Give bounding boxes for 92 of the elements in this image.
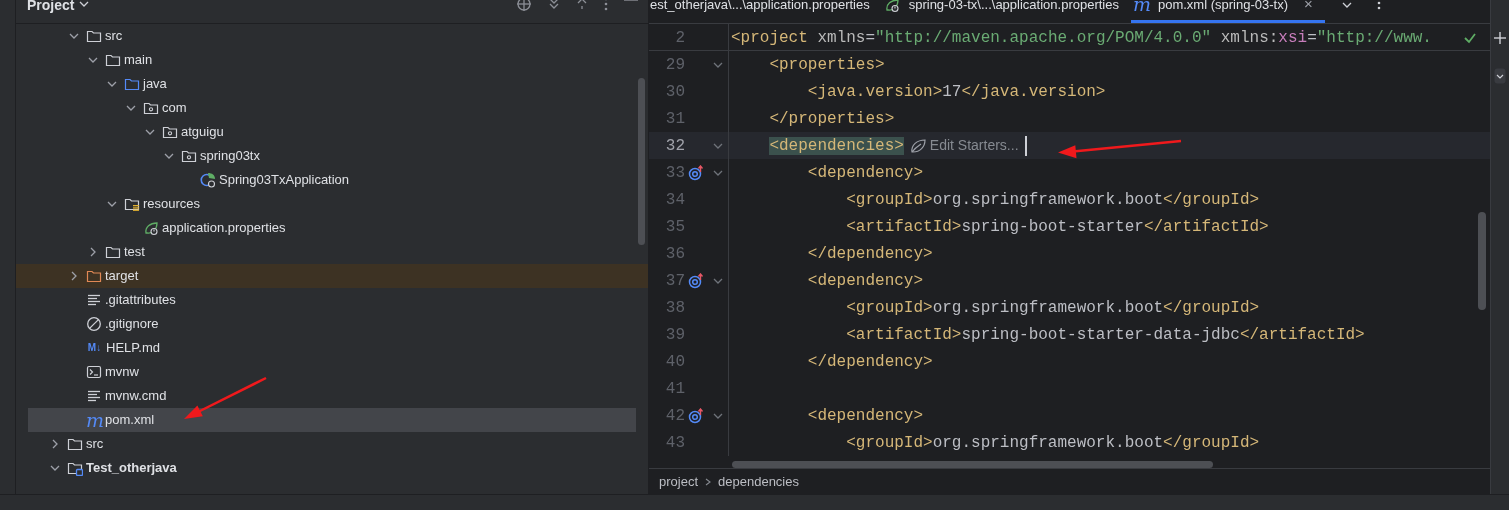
tree-item[interactable]: java	[16, 72, 648, 96]
breadcrumb-item[interactable]: dependencies	[718, 471, 799, 492]
tree-item[interactable]: M↓ HELP.md	[16, 336, 648, 360]
code-line: <groupId>org.springframework.boot</groupId>	[845, 189, 1260, 211]
line-number: 29	[664, 54, 685, 76]
code-line: <artifactId>spring-boot-starter</artifactId>	[845, 216, 1269, 238]
tree-item[interactable]: mvnw.cmd	[16, 384, 648, 408]
chevron-down-icon[interactable]	[1494, 68, 1506, 84]
package-folder-icon	[143, 100, 159, 116]
module-folder-icon	[67, 460, 83, 476]
tree-item[interactable]: Test_otherjava	[16, 456, 648, 480]
line-number: 32	[664, 135, 685, 157]
code-line: <project xmlns="http://maven.apache.org/POM/4.0.0" xmlns:xsi="http://www.	[730, 27, 1432, 49]
collapse-all-icon[interactable]	[576, 0, 588, 9]
line-number: 42	[664, 405, 685, 427]
expand-all-icon[interactable]	[548, 0, 560, 9]
tree-item[interactable]: src	[16, 432, 648, 456]
check-icon	[1464, 32, 1476, 44]
markdown-icon: M↓	[86, 340, 103, 356]
folder-icon	[67, 436, 83, 452]
code-line: <artifactId>spring-boot-starter-data-jdbc</artifactId>	[845, 324, 1365, 346]
panel-title[interactable]: Project	[27, 0, 75, 12]
editor-tab[interactable]: est_otherjava\...\application.properties	[649, 0, 882, 23]
chevron-right-icon	[704, 476, 713, 487]
tree-item[interactable]: .gitattributes	[16, 288, 648, 312]
package-folder-icon	[181, 148, 197, 164]
text-cursor	[1024, 135, 1027, 156]
tree-item[interactable]: atguigu	[16, 120, 648, 144]
leaf-icon	[143, 220, 159, 236]
line-number: 31	[664, 108, 685, 130]
close-icon[interactable]: ×	[1304, 0, 1313, 11]
tree-item[interactable]: spring03tx	[16, 144, 648, 168]
text-file-icon	[86, 292, 102, 308]
folder-icon	[105, 52, 121, 68]
code-line: </dependency>	[806, 351, 933, 373]
code-line: <dependency>	[806, 405, 924, 427]
tree-item[interactable]: Spring03TxApplication	[16, 168, 648, 192]
plus-icon[interactable]	[1494, 32, 1506, 44]
crosshair-icon[interactable]	[516, 0, 532, 11]
spring-class-icon	[200, 172, 216, 188]
folder-icon	[86, 268, 102, 284]
folder-icon	[124, 76, 140, 92]
tree-item[interactable]: application.properties	[16, 216, 648, 240]
tree-item[interactable]: com	[16, 96, 648, 120]
tree-item[interactable]: target	[16, 264, 648, 288]
leaf-icon	[883, 0, 900, 13]
maven-dependency-icon[interactable]	[688, 164, 704, 181]
tree-item[interactable]: main	[16, 48, 648, 72]
code-line: <properties>	[768, 54, 885, 76]
tree-item[interactable]: mvnw	[16, 360, 648, 384]
breadcrumb-item[interactable]: project	[659, 471, 699, 492]
folder-icon	[86, 28, 102, 44]
scrollbar-thumb[interactable]	[638, 78, 645, 245]
editor-tab[interactable]: spring-03-tx\...\application.properties	[881, 0, 1131, 23]
code-line: <dependency>	[806, 270, 924, 292]
line-number: 36	[664, 243, 685, 265]
text-file-icon	[86, 388, 102, 404]
maven-dependency-icon[interactable]	[688, 272, 704, 289]
ignore-file-icon	[86, 316, 102, 332]
maven-dependency-icon[interactable]	[688, 407, 704, 424]
line-number: 34	[664, 189, 685, 211]
maven-icon: m	[86, 413, 102, 427]
scrollbar-thumb[interactable]	[1478, 212, 1486, 310]
code-line: </dependency>	[806, 243, 933, 265]
line-number: 35	[664, 216, 685, 238]
code-line: <groupId>org.springframework.boot</groupId>	[845, 297, 1260, 319]
line-number: 37	[664, 270, 685, 292]
tree-item[interactable]: .gitignore	[16, 312, 648, 336]
maven-icon: m	[1132, 0, 1149, 11]
line-number: 43	[664, 432, 685, 454]
tree-item[interactable]: src	[16, 24, 648, 48]
package-folder-icon	[162, 124, 178, 140]
line-number: 2	[674, 27, 685, 49]
editor-tab[interactable]: m pom.xml (spring-03-tx) ×	[1130, 0, 1325, 23]
terminal-icon	[86, 364, 102, 380]
horizontal-scrollbar-thumb[interactable]	[732, 461, 1213, 468]
line-number: 30	[664, 81, 685, 103]
line-number: 39	[664, 324, 685, 346]
inlay-hint[interactable]: Edit Starters...	[909, 135, 1019, 156]
tree-item[interactable]: test	[16, 240, 648, 264]
folder-icon	[105, 244, 121, 260]
leaf-icon	[909, 137, 926, 154]
resources-folder-icon	[124, 196, 140, 212]
line-number: 38	[664, 297, 685, 319]
line-number: 40	[664, 351, 685, 373]
line-number: 41	[664, 378, 685, 400]
code-line: <java.version>17</java.version>	[806, 81, 1106, 103]
code-line: </properties>	[768, 108, 895, 130]
tree-item[interactable]: resources	[16, 192, 648, 216]
code-line: <groupId>org.springframework.boot</groupId>	[845, 432, 1260, 454]
line-number: 33	[664, 162, 685, 184]
code-line: <dependency>	[806, 162, 924, 184]
